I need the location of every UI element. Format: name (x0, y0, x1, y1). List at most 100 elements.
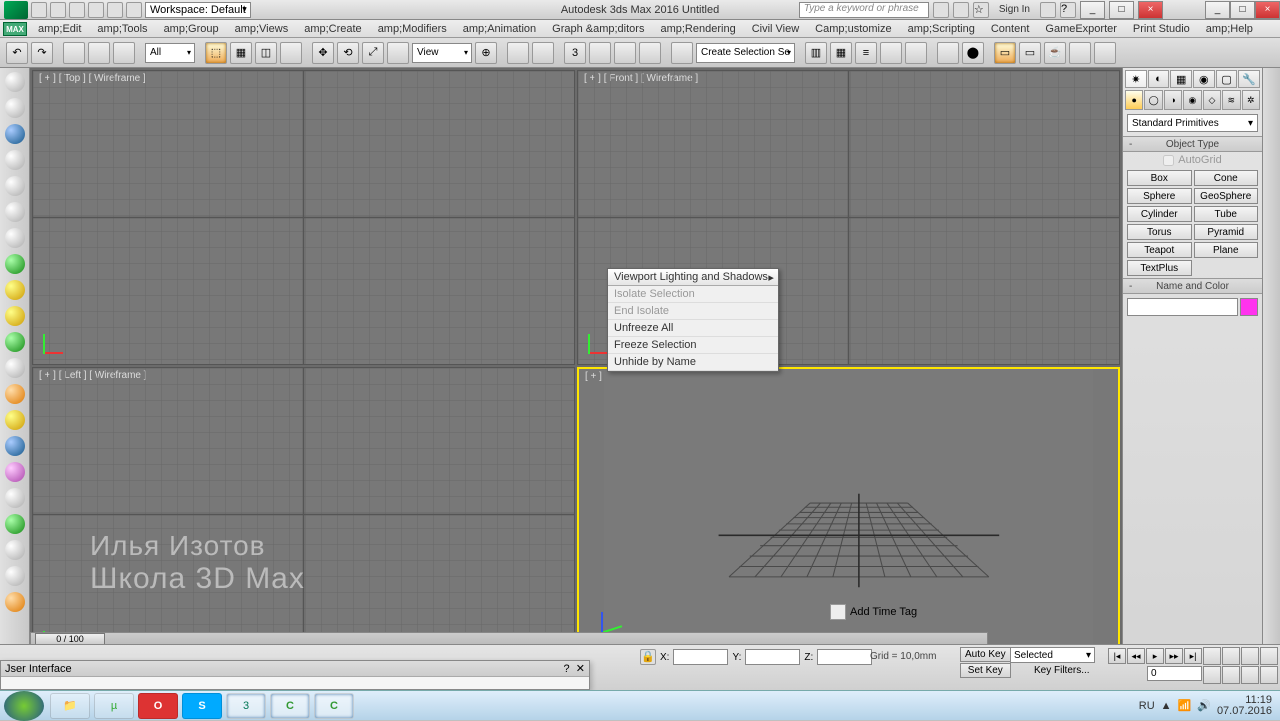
nav-extents-btn[interactable] (1241, 666, 1259, 684)
menu-print[interactable]: Print Studio (1125, 23, 1198, 35)
lt-16[interactable] (5, 462, 25, 482)
align-btn[interactable]: ▦ (830, 42, 852, 64)
taskbar-camtasia1[interactable]: C (270, 693, 310, 719)
angsnap-btn[interactable] (589, 42, 611, 64)
lt-15[interactable] (5, 436, 25, 456)
menu-animation[interactable]: amp;Animation (455, 23, 544, 35)
app-icon[interactable] (4, 1, 28, 19)
btn-plane[interactable]: Plane (1194, 242, 1259, 258)
lt-2[interactable] (5, 98, 25, 118)
object-name-input[interactable] (1127, 298, 1238, 316)
autokey-btn[interactable]: Auto Key (960, 647, 1011, 662)
btn-torus[interactable]: Torus (1127, 224, 1192, 240)
ui-close-icon[interactable]: ✕ (576, 663, 585, 675)
menu-group[interactable]: amp;Group (156, 23, 227, 35)
ctx-lighting-shadows[interactable]: Viewport Lighting and Shadows (608, 269, 778, 286)
menu-create[interactable]: amp;Create (296, 23, 369, 35)
max-menu-btn[interactable]: MAX (3, 22, 27, 36)
frame-spinner[interactable] (1147, 666, 1202, 681)
lt-13[interactable] (5, 384, 25, 404)
menu-help[interactable]: amp;Help (1198, 23, 1261, 35)
btn-textplus[interactable]: TextPlus (1127, 260, 1192, 276)
bind-btn[interactable] (113, 42, 135, 64)
render-frame-btn[interactable]: ▭ (1019, 42, 1041, 64)
rotate-btn[interactable]: ⟲ (337, 42, 359, 64)
lt-5[interactable] (5, 176, 25, 196)
lt-1[interactable] (5, 72, 25, 92)
prev-frame-btn[interactable]: ◂◂ (1127, 648, 1145, 664)
spinsnap-btn[interactable] (639, 42, 661, 64)
layers-btn[interactable]: ≡ (855, 42, 877, 64)
schematic-btn[interactable] (937, 42, 959, 64)
menu-gameexp[interactable]: GameExporter (1037, 23, 1125, 35)
render-btn[interactable]: ☕ (1044, 42, 1066, 64)
nav-region-btn[interactable] (1222, 666, 1240, 684)
ui-help-icon[interactable]: ? (564, 663, 570, 675)
window-cross-btn[interactable] (280, 42, 302, 64)
new-icon[interactable] (31, 2, 47, 18)
lt-18[interactable] (5, 514, 25, 534)
select-name-btn[interactable]: ▦ (230, 42, 252, 64)
setkey-btn[interactable]: Set Key (960, 663, 1011, 678)
tab-modify[interactable]: ◐ (1148, 70, 1170, 88)
autogrid-check[interactable]: AutoGrid (1123, 152, 1262, 168)
ctx-freeze-sel[interactable]: Freeze Selection (608, 337, 778, 354)
cat-shapes[interactable]: ◯ (1144, 90, 1162, 110)
play-btn[interactable]: ▸ (1146, 648, 1164, 664)
tab-display[interactable]: ▢ (1216, 70, 1238, 88)
next-frame-btn[interactable]: ▸▸ (1165, 648, 1183, 664)
menu-rendering[interactable]: amp;Rendering (652, 23, 743, 35)
menu-content[interactable]: Content (983, 23, 1038, 35)
apps-icon[interactable] (953, 2, 969, 18)
lt-11[interactable] (5, 332, 25, 352)
menu-civil[interactable]: Civil View (744, 23, 807, 35)
btn-tube[interactable]: Tube (1194, 206, 1259, 222)
lt-19[interactable] (5, 540, 25, 560)
menu-views[interactable]: amp;Views (227, 23, 297, 35)
exchange-icon[interactable] (1040, 2, 1056, 18)
cat-lights[interactable]: ◑ (1164, 90, 1182, 110)
btn-cone[interactable]: Cone (1194, 170, 1259, 186)
signin-link[interactable]: Sign In (993, 4, 1036, 15)
save-icon[interactable] (69, 2, 85, 18)
tray-flag-icon[interactable]: ▲ (1161, 700, 1172, 712)
menu-customize[interactable]: Camp;ustomize (807, 23, 899, 35)
nav-fov-btn[interactable] (1241, 647, 1259, 665)
menu-edit[interactable]: amp;Edit (30, 23, 89, 35)
btn-box[interactable]: Box (1127, 170, 1192, 186)
minimize-btn[interactable]: _ (1205, 1, 1230, 19)
name-color-header[interactable]: Name and Color (1123, 278, 1262, 294)
menu-modifiers[interactable]: amp;Modifiers (370, 23, 455, 35)
redo-icon[interactable] (107, 2, 123, 18)
menu-graph[interactable]: Graph &amp;ditors (544, 23, 652, 35)
viewport-top[interactable]: [ + ] [ Top ] [ Wireframe ] (32, 70, 575, 365)
undo-icon[interactable] (88, 2, 104, 18)
render-ir-btn[interactable] (1069, 42, 1091, 64)
maximize-btn[interactable]: □ (1230, 1, 1255, 19)
lt-14[interactable] (5, 410, 25, 430)
user-interface-dialog[interactable]: Jser Interface ? ✕ (0, 660, 590, 690)
menu-tools[interactable]: amp;Tools (89, 23, 155, 35)
ctx-unhide-name[interactable]: Unhide by Name (608, 354, 778, 371)
render-prod-btn[interactable] (1094, 42, 1116, 64)
move-btn[interactable]: ✥ (312, 42, 334, 64)
nav-zoomall-btn[interactable] (1260, 647, 1278, 665)
ribbon-btn[interactable] (880, 42, 902, 64)
tray-volume-icon[interactable]: 🔊 (1197, 699, 1211, 712)
start-button[interactable] (4, 691, 44, 721)
tab-motion[interactable]: ◉ (1193, 70, 1215, 88)
unlink-btn[interactable] (88, 42, 110, 64)
lt-6[interactable] (5, 202, 25, 222)
cat-helpers[interactable]: ◇ (1203, 90, 1221, 110)
mirror-btn[interactable]: ▥ (805, 42, 827, 64)
render-setup-btn[interactable]: ▭ (994, 42, 1016, 64)
taskbar-opera[interactable]: O (138, 693, 178, 719)
lt-3[interactable] (5, 124, 25, 144)
link-btn[interactable] (63, 42, 85, 64)
pivot-btn[interactable]: ⊕ (475, 42, 497, 64)
tab-create[interactable]: ✷ (1125, 70, 1147, 88)
tray-lang[interactable]: RU (1139, 700, 1155, 712)
goto-end-btn[interactable]: ▸| (1184, 648, 1202, 664)
cat-space[interactable]: ≋ (1222, 90, 1240, 110)
lt-21[interactable] (5, 592, 25, 612)
